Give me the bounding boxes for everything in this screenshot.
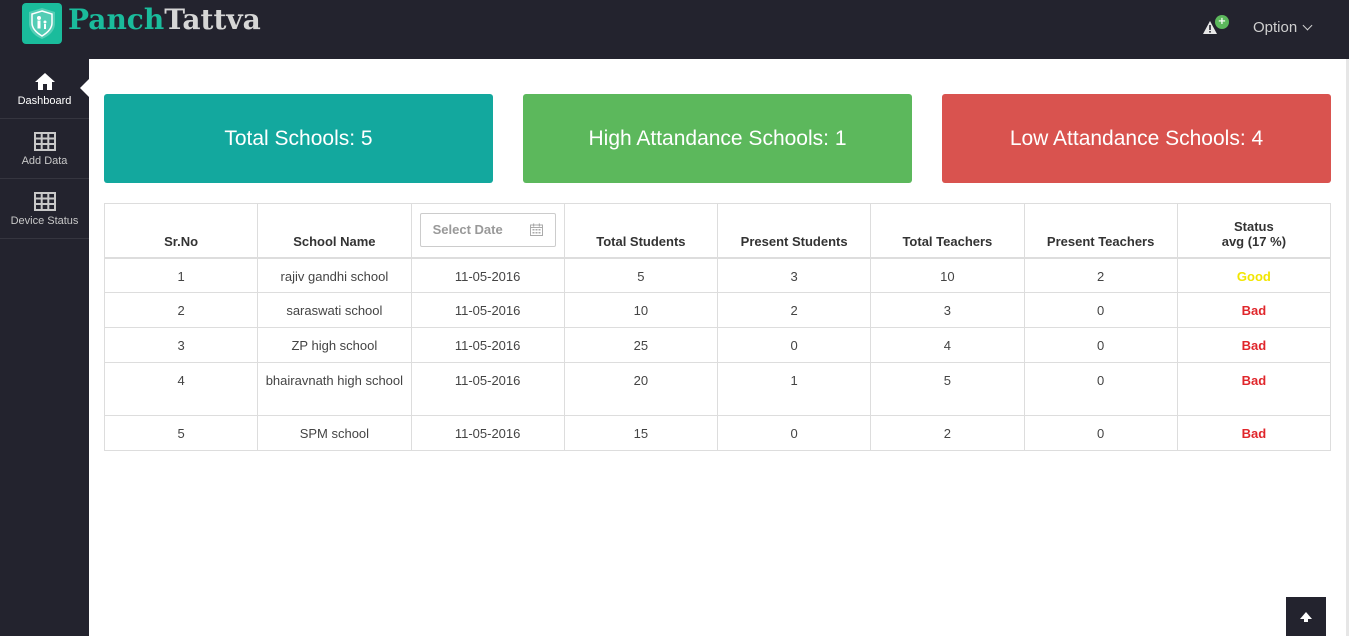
- cell-present-students: 0: [716, 327, 872, 363]
- cell-date: 11-05-2016: [410, 292, 565, 328]
- status-badge: Bad: [1241, 373, 1267, 388]
- active-indicator: [80, 79, 89, 97]
- sidebar-item-label: Device Status: [10, 215, 79, 227]
- cell-total-teachers: 5: [870, 362, 1025, 416]
- cell-school-name: bhairavnath high school: [257, 362, 412, 416]
- sidebar-item-dashboard[interactable]: Dashboard: [0, 59, 89, 119]
- header-srno: Sr.No: [103, 203, 259, 259]
- header-status: Status avg (17 %): [1176, 203, 1332, 259]
- brand-logo[interactable]: PanchTattva: [22, 3, 261, 44]
- cell-srno: 2: [103, 292, 259, 328]
- cell-present-teachers: 2: [1023, 257, 1178, 293]
- cell-total-students: 15: [563, 415, 719, 451]
- cell-present-teachers: 0: [1023, 362, 1178, 416]
- status-badge: Good: [1236, 268, 1271, 284]
- table-row: 2 saraswati school 11-05-2016 10 2 3 0 B…: [103, 292, 1332, 328]
- cell-total-teachers: 10: [870, 257, 1025, 293]
- cell-school-name: ZP high school: [257, 327, 412, 363]
- cell-date: 11-05-2016: [410, 257, 565, 293]
- cell-date: 11-05-2016: [410, 327, 565, 363]
- cell-present-students: 1: [716, 362, 872, 416]
- option-label: Option: [1253, 19, 1298, 36]
- chevron-down-icon: [1302, 20, 1313, 31]
- schools-table: Sr.No School Name Select Date Total Stud…: [103, 203, 1332, 451]
- select-date-input[interactable]: Select Date: [419, 212, 556, 247]
- sidebar-item-label: Dashboard: [17, 95, 72, 107]
- header-school-name: School Name: [257, 203, 412, 259]
- cell-status: Bad: [1176, 327, 1332, 363]
- total-schools-text: Total Schools: 5: [224, 126, 373, 150]
- header-total-students: Total Students: [563, 203, 719, 259]
- brand-name-part2: Tattva: [164, 3, 261, 36]
- header-total-teachers: Total Teachers: [870, 203, 1025, 259]
- cell-school-name: saraswati school: [257, 292, 412, 328]
- cell-date: 11-05-2016: [410, 415, 565, 451]
- sidebar-item-label: Add Data: [21, 155, 68, 167]
- cell-total-teachers: 3: [870, 292, 1025, 328]
- alert-count-badge: +: [1215, 15, 1229, 29]
- cell-status: Good: [1176, 257, 1332, 293]
- low-attendance-card: Low Attandance Schools: 4: [942, 94, 1331, 183]
- brand-name: PanchTattva: [68, 3, 261, 37]
- cell-srno: 1: [103, 257, 259, 293]
- high-attendance-card: High Attandance Schools: 1: [523, 94, 912, 183]
- cell-total-students: 10: [563, 292, 719, 328]
- arrow-up-icon: [1300, 611, 1312, 622]
- header-status-title: Status: [1234, 218, 1274, 234]
- cell-srno: 4: [103, 362, 259, 416]
- brand-name-part1: Panch: [68, 3, 165, 36]
- table-grid-icon: [33, 132, 56, 151]
- cell-total-teachers: 2: [870, 415, 1025, 451]
- header-present-teachers: Present Teachers: [1023, 203, 1178, 259]
- cell-school-name: SPM school: [257, 415, 412, 451]
- table-row: 5 SPM school 11-05-2016 15 0 2 0 Bad: [103, 415, 1332, 451]
- low-attendance-text: Low Attandance Schools: 4: [1009, 126, 1264, 150]
- header-present-students: Present Students: [716, 203, 872, 259]
- sidebar-item-add-data[interactable]: Add Data: [0, 119, 89, 179]
- cell-total-students: 20: [563, 362, 719, 416]
- header-status-avg: avg (17 %): [1221, 233, 1287, 249]
- cell-present-students: 2: [716, 292, 872, 328]
- cell-status: Bad: [1176, 415, 1332, 451]
- cell-present-teachers: 0: [1023, 292, 1178, 328]
- cell-srno: 5: [103, 415, 259, 451]
- cell-status: Bad: [1176, 362, 1332, 416]
- cell-date: 11-05-2016: [410, 362, 565, 416]
- cell-total-students: 25: [563, 327, 719, 363]
- cell-total-students: 5: [563, 257, 719, 293]
- table-row: 3 ZP high school 11-05-2016 25 0 4 0 Bad: [103, 327, 1332, 363]
- high-attendance-text: High Attandance Schools: 1: [588, 126, 847, 150]
- table-row: 1 rajiv gandhi school 11-05-2016 5 3 10 …: [103, 257, 1332, 293]
- table-row: 4 bhairavnath high school 11-05-2016 20 …: [103, 362, 1332, 416]
- home-icon: [34, 73, 55, 90]
- cell-total-teachers: 4: [870, 327, 1025, 363]
- calendar-icon: [529, 223, 543, 237]
- cell-school-name: rajiv gandhi school: [257, 257, 412, 293]
- total-schools-card: Total Schools: 5: [104, 94, 493, 183]
- cell-present-students: 0: [716, 415, 872, 451]
- status-badge: Bad: [1241, 338, 1267, 353]
- table-header-row: Sr.No School Name Select Date Total Stud…: [103, 203, 1332, 259]
- sidebar: Dashboard Add Data Device Status: [0, 59, 89, 636]
- status-badge: Bad: [1241, 426, 1267, 441]
- cell-srno: 3: [103, 327, 259, 363]
- cell-present-teachers: 0: [1023, 415, 1178, 451]
- sidebar-item-device-status[interactable]: Device Status: [0, 179, 89, 239]
- header-date: Select Date: [410, 203, 565, 259]
- cell-present-teachers: 0: [1023, 327, 1178, 363]
- status-badge: Bad: [1241, 303, 1267, 318]
- option-dropdown[interactable]: Option: [1253, 19, 1313, 36]
- cell-present-students: 3: [716, 257, 872, 293]
- top-navbar: PanchTattva + Option: [0, 0, 1349, 59]
- select-date-placeholder: Select Date: [432, 222, 503, 238]
- cell-status: Bad: [1176, 292, 1332, 328]
- scroll-to-top-button[interactable]: [1286, 597, 1326, 636]
- table-grid-icon: [33, 192, 56, 211]
- alert-notification[interactable]: +: [1202, 15, 1232, 40]
- shield-logo-icon: [22, 3, 62, 44]
